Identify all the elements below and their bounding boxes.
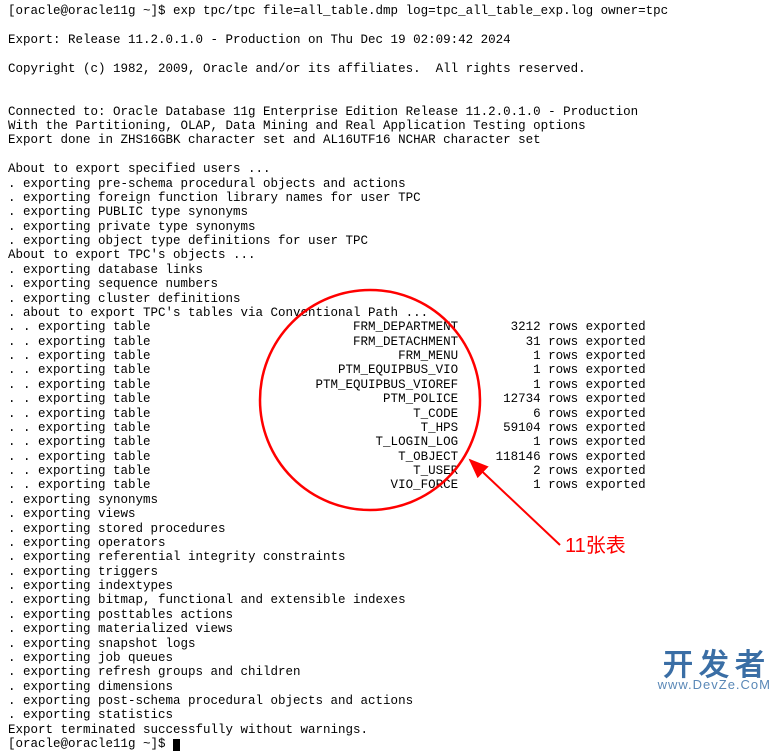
command-line: [oracle@oracle11g ~]$ exp tpc/tpc file=a…: [8, 4, 771, 18]
pre-export-line: . exporting database links: [8, 263, 771, 277]
post-export-line: . exporting stored procedures: [8, 522, 771, 536]
post-export-line: . exporting statistics: [8, 708, 771, 722]
blank-line: [8, 90, 771, 104]
final-prompt: [oracle@oracle11g ~]$: [8, 737, 771, 751]
watermark: 开发者 www.DevZe.CoM: [658, 652, 771, 691]
table-export-row: . . exporting table T_LOGIN_LOG 1 rows e…: [8, 435, 771, 449]
pre-export-line: . exporting pre-schema procedural object…: [8, 177, 771, 191]
watermark-line1: 开发者: [658, 652, 771, 679]
table-export-row: . . exporting table T_HPS 59104 rows exp…: [8, 421, 771, 435]
post-export-line: . exporting operators: [8, 536, 771, 550]
pre-export-line: . about to export TPC's tables via Conve…: [8, 306, 771, 320]
post-export-line: . exporting posttables actions: [8, 608, 771, 622]
charset-line: Export done in ZHS16GBK character set an…: [8, 133, 771, 147]
blank-line: [8, 18, 771, 32]
pre-export-line: . exporting PUBLIC type synonyms: [8, 205, 771, 219]
table-export-row: . . exporting table FRM_DETACHMENT 31 ro…: [8, 335, 771, 349]
export-done-line: Export terminated successfully without w…: [8, 723, 771, 737]
post-export-line: . exporting bitmap, functional and exten…: [8, 593, 771, 607]
blank-line: [8, 76, 771, 90]
pre-export-line: . exporting private type synonyms: [8, 220, 771, 234]
table-export-row: . . exporting table FRM_DEPARTMENT 3212 …: [8, 320, 771, 334]
blank-line: [8, 47, 771, 61]
post-export-line: . exporting job queues: [8, 651, 771, 665]
options-line: With the Partitioning, OLAP, Data Mining…: [8, 119, 771, 133]
post-export-line: . exporting synonyms: [8, 493, 771, 507]
post-export-line: . exporting snapshot logs: [8, 637, 771, 651]
pre-export-line: . exporting sequence numbers: [8, 277, 771, 291]
connected-line: Connected to: Oracle Database 11g Enterp…: [8, 105, 771, 119]
post-export-line: . exporting refresh groups and children: [8, 665, 771, 679]
pre-export-line: . exporting cluster definitions: [8, 292, 771, 306]
terminal-output: [oracle@oracle11g ~]$ exp tpc/tpc file=a…: [8, 4, 771, 752]
watermark-line2: www.DevZe.CoM: [658, 679, 771, 691]
blank-line: [8, 148, 771, 162]
post-export-line: . exporting post-schema procedural objec…: [8, 694, 771, 708]
pre-export-line: About to export TPC's objects ...: [8, 248, 771, 262]
post-export-line: . exporting indextypes: [8, 579, 771, 593]
table-export-row: . . exporting table PTM_POLICE 12734 row…: [8, 392, 771, 406]
table-export-row: . . exporting table T_CODE 6 rows export…: [8, 407, 771, 421]
table-export-row: . . exporting table PTM_EQUIPBUS_VIO 1 r…: [8, 363, 771, 377]
copyright-line: Copyright (c) 1982, 2009, Oracle and/or …: [8, 62, 771, 76]
post-export-line: . exporting materialized views: [8, 622, 771, 636]
table-export-row: . . exporting table VIO_FORCE 1 rows exp…: [8, 478, 771, 492]
table-export-row: . . exporting table FRM_MENU 1 rows expo…: [8, 349, 771, 363]
post-export-line: . exporting dimensions: [8, 680, 771, 694]
table-export-row: . . exporting table T_USER 2 rows export…: [8, 464, 771, 478]
pre-export-line: About to export specified users ...: [8, 162, 771, 176]
table-export-row: . . exporting table T_OBJECT 118146 rows…: [8, 450, 771, 464]
pre-export-line: . exporting object type definitions for …: [8, 234, 771, 248]
export-release: Export: Release 11.2.0.1.0 - Production …: [8, 33, 771, 47]
pre-export-line: . exporting foreign function library nam…: [8, 191, 771, 205]
post-export-line: . exporting referential integrity constr…: [8, 550, 771, 564]
post-export-line: . exporting triggers: [8, 565, 771, 579]
post-export-line: . exporting views: [8, 507, 771, 521]
table-export-row: . . exporting table PTM_EQUIPBUS_VIOREF …: [8, 378, 771, 392]
cursor[interactable]: [173, 739, 180, 751]
annotation-text: 11张表: [565, 535, 626, 558]
